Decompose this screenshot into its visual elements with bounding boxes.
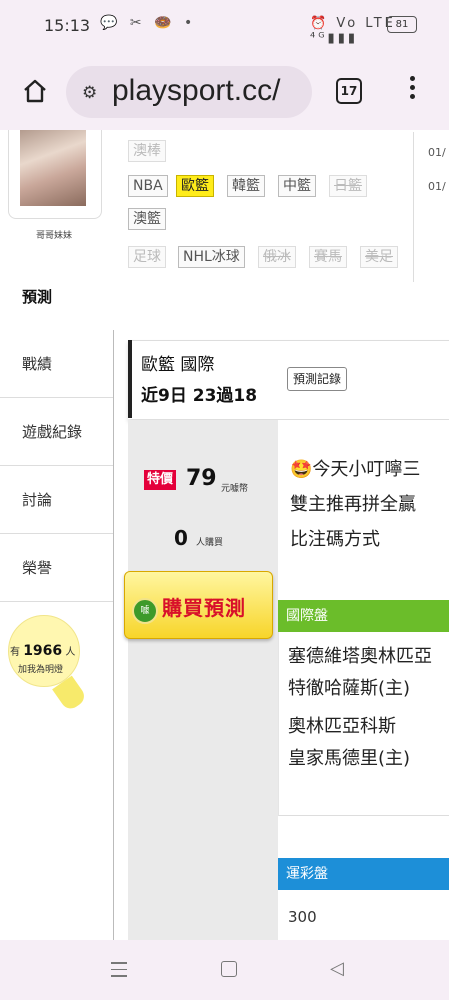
- lottery-value: 300: [288, 908, 317, 926]
- price-panel: [128, 420, 278, 940]
- home-icon[interactable]: [22, 78, 48, 104]
- fans-count-label: 有 1966 人: [10, 643, 75, 659]
- site-settings-icon[interactable]: ⚙: [82, 83, 97, 103]
- record-stat: 近9日 23過18: [141, 386, 258, 406]
- description-text: 雙主推再拼全贏: [290, 494, 416, 515]
- fans-suffix: 人: [65, 647, 76, 658]
- date-label: 01/: [428, 180, 446, 193]
- game-team: 皇家馬德里(主): [288, 748, 411, 769]
- profile-name: 哥哥妹妹: [35, 231, 72, 241]
- more-vert-icon[interactable]: [410, 76, 416, 103]
- description-text: 比注碼方式: [290, 529, 380, 550]
- home-nav-icon[interactable]: [221, 961, 237, 977]
- filter-tag[interactable]: NBA: [128, 175, 168, 197]
- buy-prediction-label[interactable]: 購買預測: [162, 592, 246, 621]
- price-unit: 元噱幣: [221, 484, 249, 494]
- sidebar-item-game-log[interactable]: 遊戲紀錄: [0, 399, 113, 466]
- lottery-market-header: 運彩盤: [278, 858, 449, 890]
- sidebar-item-discussion[interactable]: 討論: [0, 467, 113, 534]
- fans-count: 1966: [23, 643, 63, 659]
- avatar[interactable]: [20, 130, 86, 206]
- notification-icons: 💬 ✂ 🍩 •: [100, 15, 197, 31]
- filter-tag[interactable]: 美足: [360, 246, 398, 268]
- recents-icon[interactable]: [111, 962, 127, 982]
- signal-icons: ⏰ Vo LTE ⁴ᴳ▮▮▮: [310, 16, 396, 46]
- intl-market-header: 國際盤: [278, 600, 449, 632]
- record-title: 歐籃 國際: [141, 355, 215, 375]
- date-label: 01/: [428, 146, 446, 159]
- special-price-badge: 特價: [144, 470, 177, 490]
- follow-as-light-label[interactable]: 加我為明燈: [18, 662, 63, 675]
- filter-tag[interactable]: 日籃: [329, 175, 367, 197]
- game-team: 特徹哈薩斯(主): [288, 678, 411, 699]
- price-value: 79: [186, 466, 217, 491]
- sidebar-border: [113, 330, 114, 940]
- filter-tag[interactable]: NHL冰球: [178, 246, 245, 268]
- status-time: 15:13: [44, 16, 91, 35]
- sidebar-item-predictions[interactable]: 預測: [0, 264, 113, 331]
- filter-tag[interactable]: 中籃: [278, 175, 316, 197]
- prediction-history-button[interactable]: 預測記錄: [287, 367, 348, 391]
- filter-tag[interactable]: 韓籃: [227, 175, 265, 197]
- game-team: 塞德維塔奧林匹亞: [288, 646, 432, 667]
- sidebar-item-record[interactable]: 戰績: [0, 331, 113, 398]
- filter-divider: [413, 132, 414, 282]
- filter-tag[interactable]: 賽馬: [309, 246, 347, 268]
- back-icon[interactable]: ◁: [330, 958, 344, 979]
- filter-tag[interactable]: 澳棒: [128, 140, 166, 162]
- filter-tag[interactable]: 足球: [128, 246, 166, 268]
- filter-tag[interactable]: 澳籃: [128, 208, 166, 230]
- fans-prefix: 有: [10, 647, 20, 658]
- game-team: 奧林匹亞科斯: [288, 716, 396, 737]
- record-accent-bar: [128, 340, 132, 418]
- filter-tag-active[interactable]: 歐籃: [176, 175, 214, 197]
- coin-icon: 噱: [132, 598, 158, 624]
- filter-tag[interactable]: 俄冰: [258, 246, 296, 268]
- tabs-button[interactable]: 17: [336, 78, 362, 104]
- buyers-count: 0: [174, 526, 188, 550]
- url-text[interactable]: playsport.cc/: [112, 74, 280, 108]
- battery-icon: 81: [387, 16, 417, 33]
- sidebar-item-honors[interactable]: 榮譽: [0, 535, 113, 602]
- description-text: 🤩今天小叮嚀三: [290, 459, 421, 480]
- buyers-unit: 人購買: [196, 538, 224, 548]
